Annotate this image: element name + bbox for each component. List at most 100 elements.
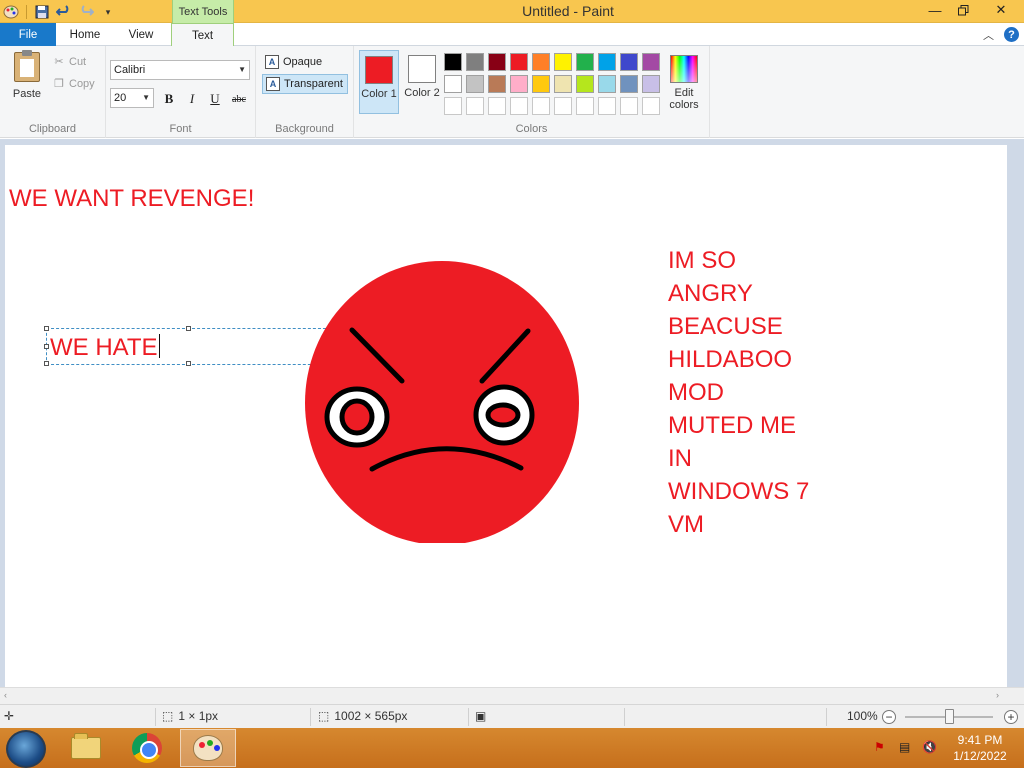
drawing-canvas[interactable]: WE WANT REVENGE! WE HATE IM SO ANGRY BEACU… <box>5 145 1007 687</box>
tab-home[interactable]: Home <box>60 23 110 46</box>
palette-swatch[interactable] <box>532 53 550 71</box>
palette-empty-slot[interactable] <box>466 97 484 115</box>
palette-swatch[interactable] <box>532 75 550 93</box>
zoom-slider-thumb[interactable] <box>945 709 954 724</box>
palette-empty-slot[interactable] <box>532 97 550 115</box>
palette-swatch[interactable] <box>598 75 616 93</box>
bold-button[interactable]: B <box>159 90 179 108</box>
taskbar-clock[interactable]: 9:41 PM 1/12/2022 <box>950 732 1010 764</box>
palette-swatch[interactable] <box>488 75 506 93</box>
chevron-down-icon: ▼ <box>238 65 246 74</box>
palette-swatch[interactable] <box>444 75 462 93</box>
canvas-text-line: MOD <box>668 379 724 406</box>
restore-icon[interactable] <box>948 0 978 20</box>
image-size-readout: ⬚ 1002 × 565px <box>318 709 407 723</box>
palette-empty-slot[interactable] <box>554 97 572 115</box>
palette-swatch[interactable] <box>598 53 616 71</box>
scroll-left-icon[interactable]: ‹ <box>4 690 7 700</box>
transparent-button[interactable]: A Transparent <box>262 74 348 94</box>
palette-swatch[interactable] <box>466 75 484 93</box>
palette-swatch[interactable] <box>488 53 506 71</box>
help-icon[interactable]: ? <box>1004 27 1019 42</box>
palette-empty-slot[interactable] <box>598 97 616 115</box>
network-icon[interactable]: ▤ <box>899 740 910 754</box>
font-family-select[interactable]: Calibri ▼ <box>110 60 250 80</box>
start-button[interactable] <box>6 730 46 768</box>
copy-button[interactable]: ❐ Copy <box>52 77 95 91</box>
cut-label: Cut <box>69 55 87 68</box>
color2-button[interactable]: Color 2 <box>402 50 442 114</box>
paint-palette-icon <box>193 735 223 761</box>
resize-handle[interactable] <box>44 326 49 331</box>
palette-empty-slot[interactable] <box>642 97 660 115</box>
group-label-colors: Colors <box>515 123 548 135</box>
active-text-box[interactable]: WE HATE <box>44 326 333 366</box>
zoom-in-button[interactable]: + <box>1004 710 1018 724</box>
resize-handle[interactable] <box>44 361 49 366</box>
underline-button[interactable]: U <box>205 90 225 108</box>
move-cursor-icon: ✛ <box>4 709 15 723</box>
zoom-out-button[interactable]: − <box>882 710 896 724</box>
palette-swatch[interactable] <box>620 75 638 93</box>
palette-empty-slot[interactable] <box>444 97 462 115</box>
tab-file[interactable]: File <box>0 23 56 46</box>
edit-colors-button[interactable]: Edit colors <box>664 50 704 114</box>
palette-swatch[interactable] <box>444 53 462 71</box>
canvas-text-line: VM <box>668 511 704 538</box>
canvas-text-line: HILDABOO <box>668 346 793 373</box>
palette-swatch[interactable] <box>620 53 638 71</box>
palette-swatch[interactable] <box>510 53 528 71</box>
resize-handle[interactable] <box>44 344 49 349</box>
palette-empty-slot[interactable] <box>620 97 638 115</box>
tab-view[interactable]: View <box>116 23 166 46</box>
typing-text[interactable]: WE HATE <box>50 334 160 362</box>
close-icon[interactable]: ✕ <box>983 0 1019 20</box>
status-bar: ✛ ⬚ 1 × 1px ⬚ 1002 × 565px ▣ 100% − + <box>0 704 1024 728</box>
palette-swatch[interactable] <box>554 53 572 71</box>
palette-swatch[interactable] <box>554 75 572 93</box>
image-size-value: 1002 × 565px <box>334 709 408 723</box>
window-title: Untitled - Paint <box>522 3 614 19</box>
opaque-button[interactable]: A Opaque <box>262 52 325 72</box>
tab-text[interactable]: Text <box>171 23 234 47</box>
copy-label: Copy <box>69 77 95 90</box>
palette-swatch[interactable] <box>576 75 594 93</box>
left-pupil <box>339 398 375 436</box>
clock-date: 1/12/2022 <box>953 749 1007 763</box>
resize-handle[interactable] <box>186 326 191 331</box>
taskbar-paint[interactable] <box>180 729 236 767</box>
palette-empty-slot[interactable] <box>576 97 594 115</box>
action-center-icon[interactable]: ⚑ <box>874 740 885 754</box>
canvas-text-line: BEACUSE <box>668 313 783 340</box>
palette-swatch[interactable] <box>510 75 528 93</box>
edit-colors-label: Edit colors <box>669 87 699 111</box>
font-size-select[interactable]: 20 ▼ <box>110 88 154 108</box>
clipboard-group: Paste ✂ Cut ❐ Copy Clipboard <box>0 46 106 138</box>
canvas-text-line: MUTED ME <box>668 412 796 439</box>
horizontal-scrollbar[interactable]: ‹ › <box>0 687 1024 704</box>
cut-button[interactable]: ✂ Cut <box>52 55 87 69</box>
volume-muted-icon[interactable]: 🔇 <box>922 740 937 754</box>
palette-swatch[interactable] <box>576 53 594 71</box>
palette-empty-slot[interactable] <box>510 97 528 115</box>
transparent-label: Transparent <box>284 78 343 90</box>
transparent-icon: A <box>266 77 280 91</box>
resize-handle[interactable] <box>186 361 191 366</box>
taskbar: ⚑ ▤ 🔇 9:41 PM 1/12/2022 <box>0 728 1024 768</box>
palette-swatch[interactable] <box>642 53 660 71</box>
scroll-right-icon[interactable]: › <box>996 690 999 700</box>
canvas-right-text: IM SO ANGRY BEACUSE HILDABOO MOD MUTED ME IN WI… <box>668 244 809 541</box>
color1-label: Color 1 <box>361 88 397 100</box>
strikethrough-button[interactable]: abc <box>228 90 250 108</box>
palette-swatch[interactable] <box>642 75 660 93</box>
color1-button[interactable]: Color 1 <box>359 50 399 114</box>
taskbar-file-explorer[interactable] <box>58 729 114 767</box>
paste-button[interactable]: Paste <box>8 50 46 108</box>
title-bar: ▾ Text Tools Untitled - Paint — ✕ <box>0 0 1024 23</box>
taskbar-chrome[interactable] <box>119 729 175 767</box>
palette-swatch[interactable] <box>466 53 484 71</box>
minimize-icon[interactable]: — <box>920 0 950 20</box>
italic-button[interactable]: I <box>182 90 202 108</box>
minimize-ribbon-icon[interactable]: ︿ <box>983 27 994 43</box>
palette-empty-slot[interactable] <box>488 97 506 115</box>
